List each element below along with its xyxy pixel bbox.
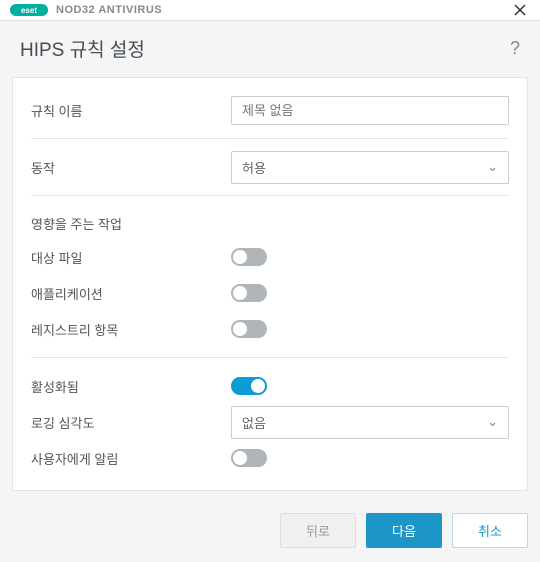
action-label: 동작 — [31, 158, 231, 177]
target-files-label: 대상 파일 — [31, 248, 231, 267]
enabled-label: 활성화됨 — [31, 377, 231, 396]
log-severity-row: 로깅 심각도 없음 ⌄ — [31, 404, 509, 440]
next-button[interactable]: 다음 — [366, 513, 442, 548]
divider — [31, 195, 509, 196]
applications-row: 애플리케이션 — [31, 275, 509, 311]
notify-user-toggle[interactable] — [231, 449, 267, 467]
log-severity-select[interactable]: 없음 ⌄ — [231, 406, 509, 439]
page-title: HIPS 규칙 설정 — [20, 35, 145, 62]
action-row: 동작 허용 ⌄ — [31, 149, 509, 185]
action-selected: 허용 — [242, 158, 266, 177]
product-name: NOD32 ANTIVIRUS — [56, 4, 162, 16]
enabled-row: 활성화됨 — [31, 368, 509, 404]
chevron-down-icon: ⌄ — [487, 159, 498, 175]
rule-name-input[interactable] — [231, 96, 509, 125]
enabled-toggle[interactable] — [231, 377, 267, 395]
svg-text:eset: eset — [21, 6, 37, 15]
help-icon[interactable]: ? — [510, 38, 520, 59]
back-button[interactable]: 뒤로 — [280, 513, 356, 548]
page-header: HIPS 규칙 설정 ? — [0, 21, 540, 72]
chevron-down-icon: ⌄ — [487, 414, 498, 430]
target-files-toggle[interactable] — [231, 248, 267, 266]
registry-label: 레지스트리 항목 — [31, 320, 231, 339]
close-icon[interactable] — [510, 0, 530, 20]
registry-toggle[interactable] — [231, 320, 267, 338]
applications-toggle[interactable] — [231, 284, 267, 302]
notify-user-row: 사용자에게 알림 — [31, 440, 509, 476]
action-select[interactable]: 허용 ⌄ — [231, 151, 509, 184]
titlebar: eset NOD32 ANTIVIRUS — [0, 0, 540, 21]
notify-user-label: 사용자에게 알림 — [31, 449, 231, 468]
cancel-button[interactable]: 취소 — [452, 513, 528, 548]
rule-name-label: 규칙 이름 — [31, 101, 231, 120]
rule-name-row: 규칙 이름 — [31, 92, 509, 128]
registry-row: 레지스트리 항목 — [31, 311, 509, 347]
log-severity-label: 로깅 심각도 — [31, 413, 231, 432]
form-panel: 규칙 이름 동작 허용 ⌄ 영향을 주는 작업 대상 파일 애플리케이션 레지스… — [12, 77, 528, 491]
applications-label: 애플리케이션 — [31, 284, 231, 303]
brand-logo: eset — [10, 3, 50, 17]
target-files-row: 대상 파일 — [31, 239, 509, 275]
operations-section-title: 영향을 주는 작업 — [31, 214, 509, 233]
divider — [31, 138, 509, 139]
log-severity-selected: 없음 — [242, 413, 266, 432]
divider — [31, 357, 509, 358]
footer: 뒤로 다음 취소 — [0, 503, 540, 562]
